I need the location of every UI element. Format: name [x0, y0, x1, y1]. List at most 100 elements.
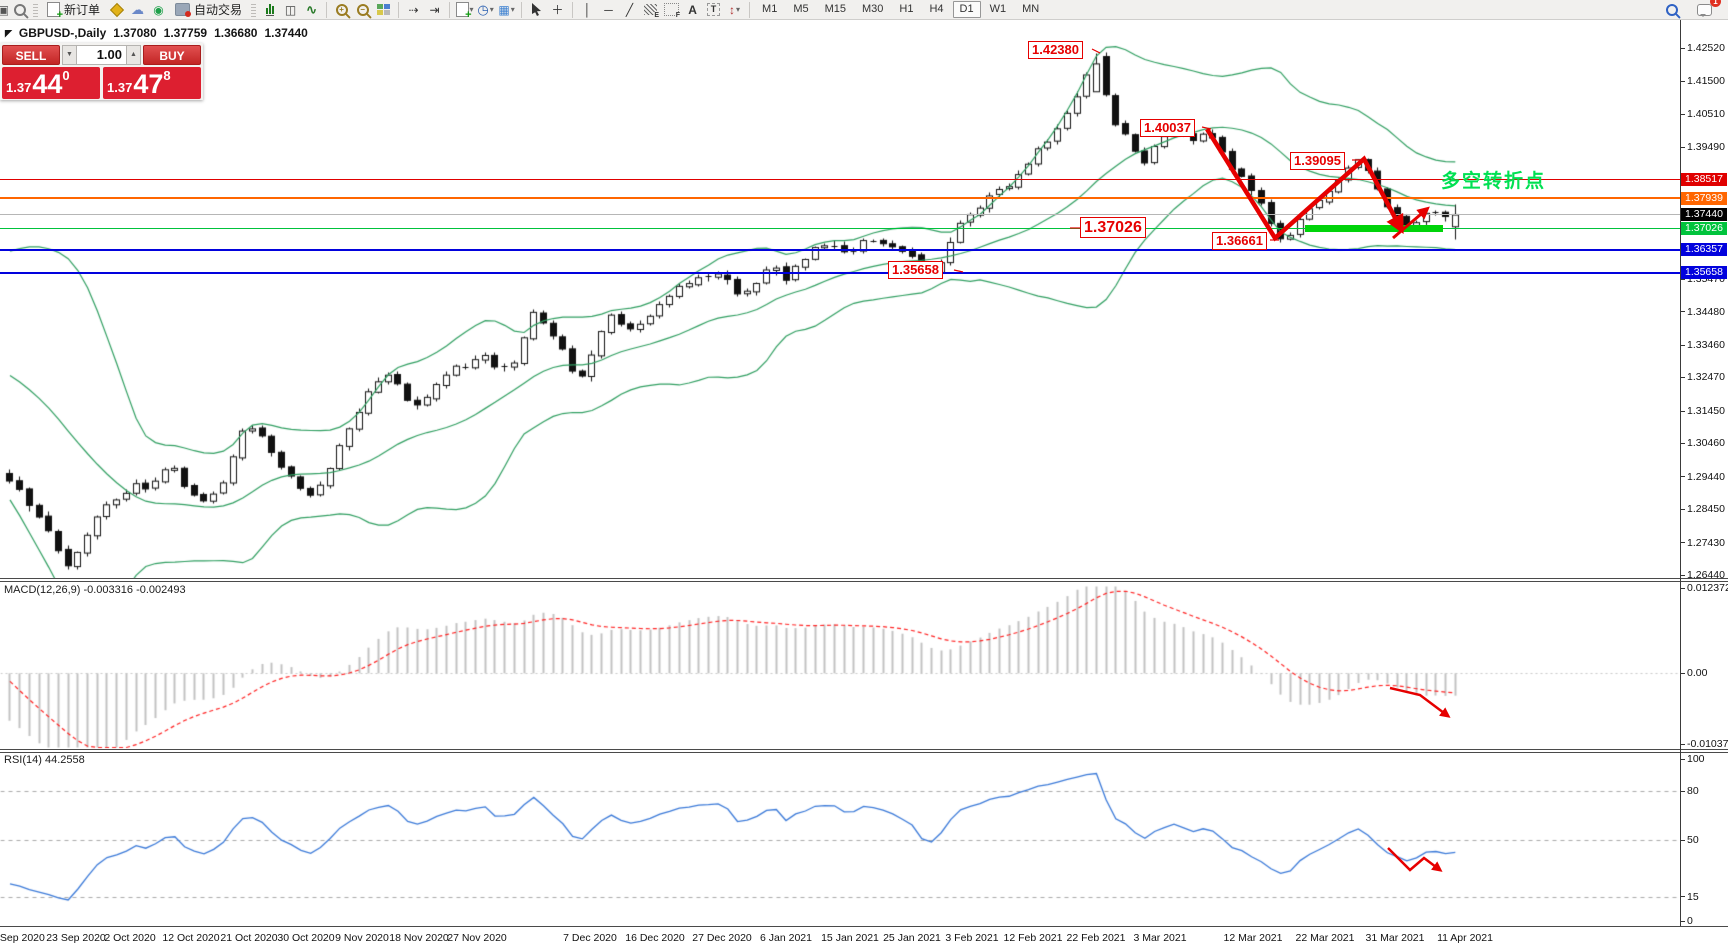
rsi-label: RSI(14) 44.2558 [4, 754, 85, 766]
fibonacci-button[interactable]: F [662, 1, 681, 19]
text-button[interactable]: A [683, 1, 702, 18]
text-label-button[interactable]: T [704, 1, 723, 18]
tile-windows-button[interactable] [374, 1, 393, 18]
date-label: 7 Dec 2020 [563, 932, 617, 944]
line-chart-button[interactable]: ∿ [302, 1, 321, 18]
buy-price[interactable]: 1.37 47 8 [103, 67, 201, 99]
price-tick: 1.33460 [1681, 339, 1725, 351]
macd-axis-tick: 0.00 [1681, 667, 1707, 679]
support-highlight-bar[interactable] [1305, 225, 1443, 232]
toolbar-separator [449, 1, 451, 18]
templates-button[interactable]: ▦ ▾ [497, 1, 516, 18]
timeframe-button-m30[interactable]: M30 [855, 1, 890, 18]
panel-separator[interactable] [0, 749, 1728, 753]
timeframe-button-w1[interactable]: W1 [983, 1, 1014, 18]
fibonacci-icon: F [664, 3, 681, 19]
horizontal-line-button[interactable]: ─ [599, 1, 618, 18]
price-annotation-1.36661[interactable]: 1.36661 [1212, 232, 1267, 250]
candlestick-chart-button[interactable]: ◫ [281, 1, 300, 18]
chart-shift-button[interactable]: ⇢ [404, 1, 423, 18]
auto-scroll-button[interactable]: ⇥ [425, 1, 444, 18]
price-annotation-1.39095[interactable]: 1.39095 [1290, 152, 1345, 170]
price-tick: 1.34480 [1681, 306, 1725, 318]
date-label: 12 Oct 2020 [162, 932, 220, 944]
mt4-window: ▣ + 新订单 ☁ ◉ 自动交易 ◫ ∿ + − ⇢ ⇥ + ▾ ◷ ▾ ▦ ▾ ＋ [0, 0, 1728, 947]
price-axis[interactable]: 1.425201.415001.405101.394901.384801.374… [1680, 0, 1728, 947]
buy-price-sup: 8 [163, 68, 171, 83]
hline-1.3744[interactable] [0, 213, 1680, 215]
periodicity-button[interactable]: ◷ ▾ [476, 1, 495, 18]
timeframe-button-h1[interactable]: H1 [892, 1, 920, 18]
cursor-icon [532, 3, 542, 16]
sell-price[interactable]: 1.37 44 0 [2, 67, 100, 99]
buy-button[interactable]: BUY [143, 45, 201, 65]
signals-icon[interactable]: ◉ [149, 1, 168, 18]
date-label: 27 Dec 2020 [692, 932, 752, 944]
text-label-icon: T [707, 3, 721, 16]
print-preview-button[interactable] [10, 1, 29, 18]
timeframe-button-m15[interactable]: M15 [818, 1, 853, 18]
new-chart-icon: + [455, 2, 472, 21]
timeframe-button-m5[interactable]: M5 [786, 1, 815, 18]
search-button[interactable] [1662, 1, 1681, 18]
equidistant-channel-button[interactable]: E [641, 1, 660, 19]
timeframe-button-mn[interactable]: MN [1015, 1, 1046, 18]
sell-price-sup: 0 [62, 68, 70, 83]
date-label: 6 Jan 2021 [760, 932, 812, 944]
trendline-button[interactable]: ╱ [620, 1, 639, 18]
preview-magnifier-icon [13, 3, 26, 16]
zoom-in-button[interactable]: + [332, 1, 351, 18]
price-annotation-1.37026[interactable]: 1.37026 [1080, 217, 1146, 238]
one-click-toggle-icon[interactable]: ◤ [5, 28, 12, 39]
cursor-button[interactable] [527, 1, 546, 18]
turning-point-text[interactable]: 多空转折点 [1441, 166, 1546, 193]
price-annotation-1.40037[interactable]: 1.40037 [1140, 119, 1195, 137]
price-annotation-1.35658[interactable]: 1.35658 [888, 261, 943, 279]
bar-chart-button[interactable] [260, 1, 279, 18]
rsi-axis-tick: 0 [1681, 915, 1693, 927]
volume-field[interactable]: 1.00 [77, 45, 126, 65]
notifications-button[interactable]: 1 [1695, 0, 1721, 18]
hline-1.35658[interactable] [0, 271, 1680, 274]
timeframe-button-h4[interactable]: H4 [922, 1, 950, 18]
timeframe-button-d1[interactable]: D1 [952, 1, 981, 18]
channel-icon: E [644, 4, 660, 19]
price-annotation-1.42380[interactable]: 1.42380 [1028, 41, 1083, 59]
chart-window-icon[interactable]: ▣ [0, 1, 8, 18]
toolbar-grip [251, 2, 257, 17]
arrows-button[interactable]: ↕ ▾ [725, 1, 744, 18]
volume-up-button[interactable]: ▲ [126, 45, 141, 65]
panel-separator[interactable] [0, 578, 1728, 582]
crosshair-button[interactable]: ＋ [548, 1, 567, 18]
date-label: 31 Mar 2021 [1365, 932, 1425, 944]
vertical-line-button[interactable]: │ [578, 1, 597, 18]
rsi-axis-tick: 100 [1681, 753, 1705, 765]
hline-1.38517[interactable] [0, 178, 1680, 180]
macd-axis-tick: -0.010374 [1681, 738, 1728, 750]
community-icon[interactable]: ☁ [128, 1, 147, 18]
macd-axis-tick: 0.012372 [1681, 582, 1728, 594]
date-label: 30 Oct 2020 [277, 932, 335, 944]
price-tick: 1.32470 [1681, 371, 1725, 383]
date-label: 18 Nov 2020 [389, 932, 449, 944]
chart-title: ◤ GBPUSD-,Daily 1.37080 1.37759 1.36680 … [5, 26, 308, 40]
sell-button[interactable]: SELL [2, 45, 60, 65]
chart-canvas[interactable] [0, 0, 1728, 947]
hline-1.36357[interactable] [0, 248, 1680, 251]
buy-price-small: 1.37 [107, 80, 133, 95]
volume-down-button[interactable]: ▼ [62, 45, 77, 65]
new-chart-button[interactable]: + ▾ [455, 1, 474, 21]
zoom-out-button[interactable]: − [353, 1, 372, 18]
price-tick: 1.42520 [1681, 42, 1725, 54]
price-badge-1.37440: 1.37440 [1681, 207, 1727, 221]
ohlc-high: 1.37759 [163, 26, 208, 40]
date-axis[interactable]: 4 Sep 202023 Sep 20202 Oct 2020 12 Oct 20… [0, 930, 1728, 947]
timeframe-button-m1[interactable]: M1 [755, 1, 784, 18]
notification-badge: 1 [1710, 0, 1721, 7]
market-button[interactable] [107, 1, 126, 18]
new-order-button[interactable]: + 新订单 [42, 1, 105, 21]
hline-1.37939[interactable] [0, 197, 1680, 200]
rsi-axis-tick: 80 [1681, 785, 1699, 797]
date-label: 27 Nov 2020 [447, 932, 507, 944]
autotrading-button[interactable]: 自动交易 [170, 1, 247, 19]
